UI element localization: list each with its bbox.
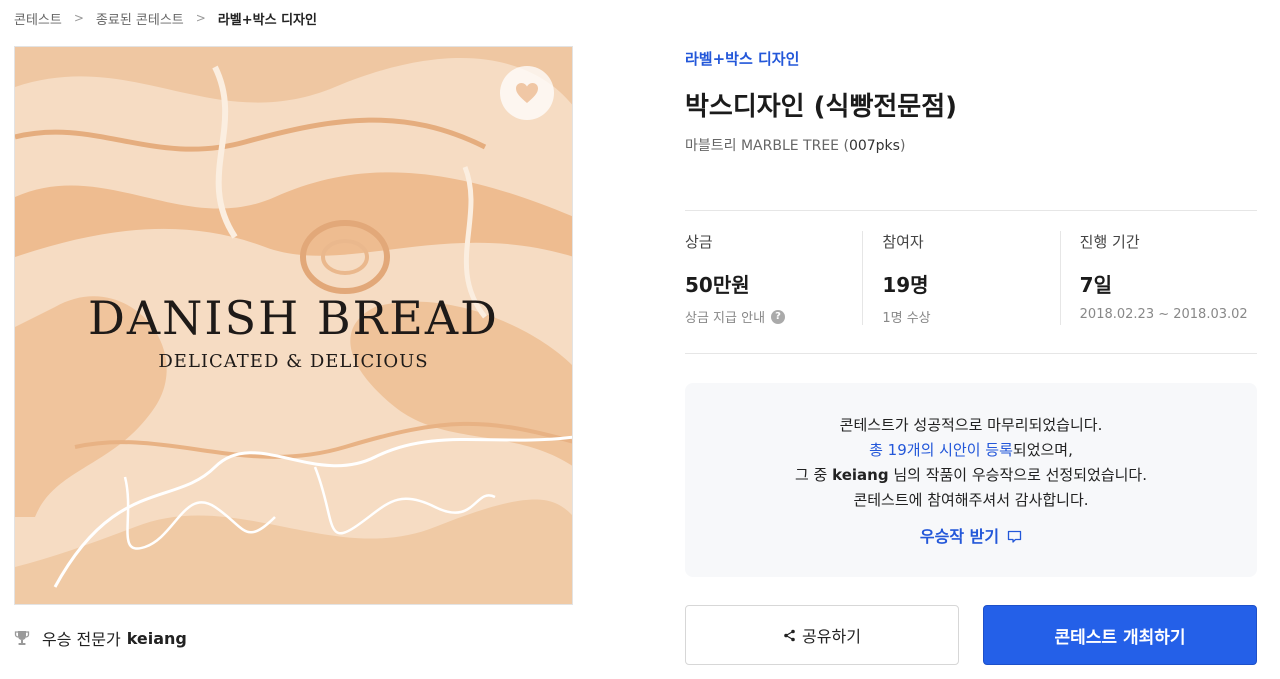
stat-period: 진행 기간 7일 2018.02.23 ~ 2018.03.02 (1059, 211, 1257, 353)
result-line-2: 총 19개의 시안이 등록되었으며, (685, 438, 1257, 463)
result-line-3-pre: 그 중 (794, 466, 833, 484)
result-line-4: 콘테스트에 참여해주셔서 감사합니다. (853, 491, 1089, 509)
stat-prize-label: 상금 (685, 233, 713, 251)
contest-detail-page: 콘테스트 > 종료된 콘테스트 > 라벨+박스 디자인 DANISH BREAD… (0, 0, 1280, 679)
client-info: 마블트리 MARBLE TREE (007pks) (685, 136, 1257, 156)
host-contest-button[interactable]: 콘테스트 개최하기 (983, 605, 1257, 665)
stat-participants-note: 1명 수상 (882, 311, 931, 326)
stat-participants-value: 19명 (882, 273, 929, 297)
share-icon (784, 629, 795, 641)
favorite-button[interactable] (500, 66, 554, 120)
stat-period-label: 진행 기간 (1079, 233, 1140, 251)
stat-prize-note: 상금 지급 안내 (685, 311, 766, 326)
contest-stats: 상금 50만원 상금 지급 안내 ? 참여자 19명 1명 수상 진행 기간 7… (685, 210, 1257, 354)
contest-category-link[interactable]: 라벨+박스 디자인 (685, 46, 1257, 72)
result-line-2-rest: 되었으며, (1012, 441, 1073, 459)
action-buttons: 공유하기 콘테스트 개최하기 (685, 605, 1257, 665)
breadcrumb-item-ended-contests[interactable]: 종료된 콘테스트 (96, 9, 184, 28)
winning-artwork-image[interactable]: DANISH BREAD DELICATED & DELICIOUS (14, 46, 573, 605)
result-line-3: 그 중 keiang 님의 작품이 우승작으로 선정되었습니다. (685, 463, 1257, 488)
stat-prize: 상금 50만원 상금 지급 안내 ? (685, 211, 862, 353)
winner-label: 우승 전문가 (42, 630, 121, 649)
share-button-label: 공유하기 (802, 627, 861, 646)
breadcrumb-separator-icon: > (73, 11, 84, 25)
stat-period-dates: 2018.02.23 ~ 2018.03.02 (1079, 307, 1248, 322)
question-icon[interactable]: ? (771, 309, 786, 324)
trophy-icon (14, 630, 30, 646)
stat-prize-value: 50만원 (685, 273, 750, 297)
contest-title: 박스디자인 (식빵전문점) (685, 92, 958, 122)
prize-payment-guide[interactable]: 상금 지급 안내 ? (685, 307, 862, 326)
client-name: 마블트리 MARBLE TREE ( (685, 138, 849, 154)
result-line-3-post: 님의 작품이 우승작으로 선정되었습니다. (888, 466, 1148, 484)
share-button[interactable]: 공유하기 (685, 605, 959, 665)
client-id: 007pks (848, 138, 900, 154)
breadcrumb-separator-icon: > (195, 11, 206, 25)
host-contest-button-label: 콘테스트 개최하기 (1054, 627, 1186, 648)
result-winner-name: keiang (832, 466, 889, 484)
breadcrumb-item-current: 라벨+박스 디자인 (217, 12, 317, 28)
get-winning-work-label: 우승작 받기 (919, 527, 1000, 546)
get-winning-work-link[interactable]: 우승작 받기 (920, 524, 1022, 549)
winner-name[interactable]: keiang (127, 629, 187, 648)
contest-result-box: 콘테스트가 성공적으로 마무리되었습니다. 총 19개의 시안이 등록되었으며,… (685, 383, 1257, 577)
artwork-title-main: DANISH BREAD (88, 291, 499, 345)
client-close-paren: ) (899, 138, 906, 154)
stat-participants: 참여자 19명 1명 수상 (862, 211, 1059, 353)
submissions-link[interactable]: 총 19개의 시안이 등록 (869, 441, 1013, 459)
artwork-title-sub: DELICATED & DELICIOUS (158, 351, 429, 372)
heart-icon (516, 83, 538, 103)
contest-info-panel: 라벨+박스 디자인 박스디자인 (식빵전문점) 마블트리 MARBLE TREE… (685, 46, 1257, 665)
winner-info: 우승 전문가 keiang (14, 626, 187, 650)
stat-participants-label: 참여자 (882, 233, 924, 251)
message-icon (1007, 530, 1022, 543)
result-line-1: 콘테스트가 성공적으로 마무리되었습니다. (839, 416, 1103, 434)
breadcrumb: 콘테스트 > 종료된 콘테스트 > 라벨+박스 디자인 (14, 8, 317, 28)
breadcrumb-item-contest[interactable]: 콘테스트 (14, 9, 62, 28)
stat-period-value: 7일 (1079, 273, 1112, 297)
